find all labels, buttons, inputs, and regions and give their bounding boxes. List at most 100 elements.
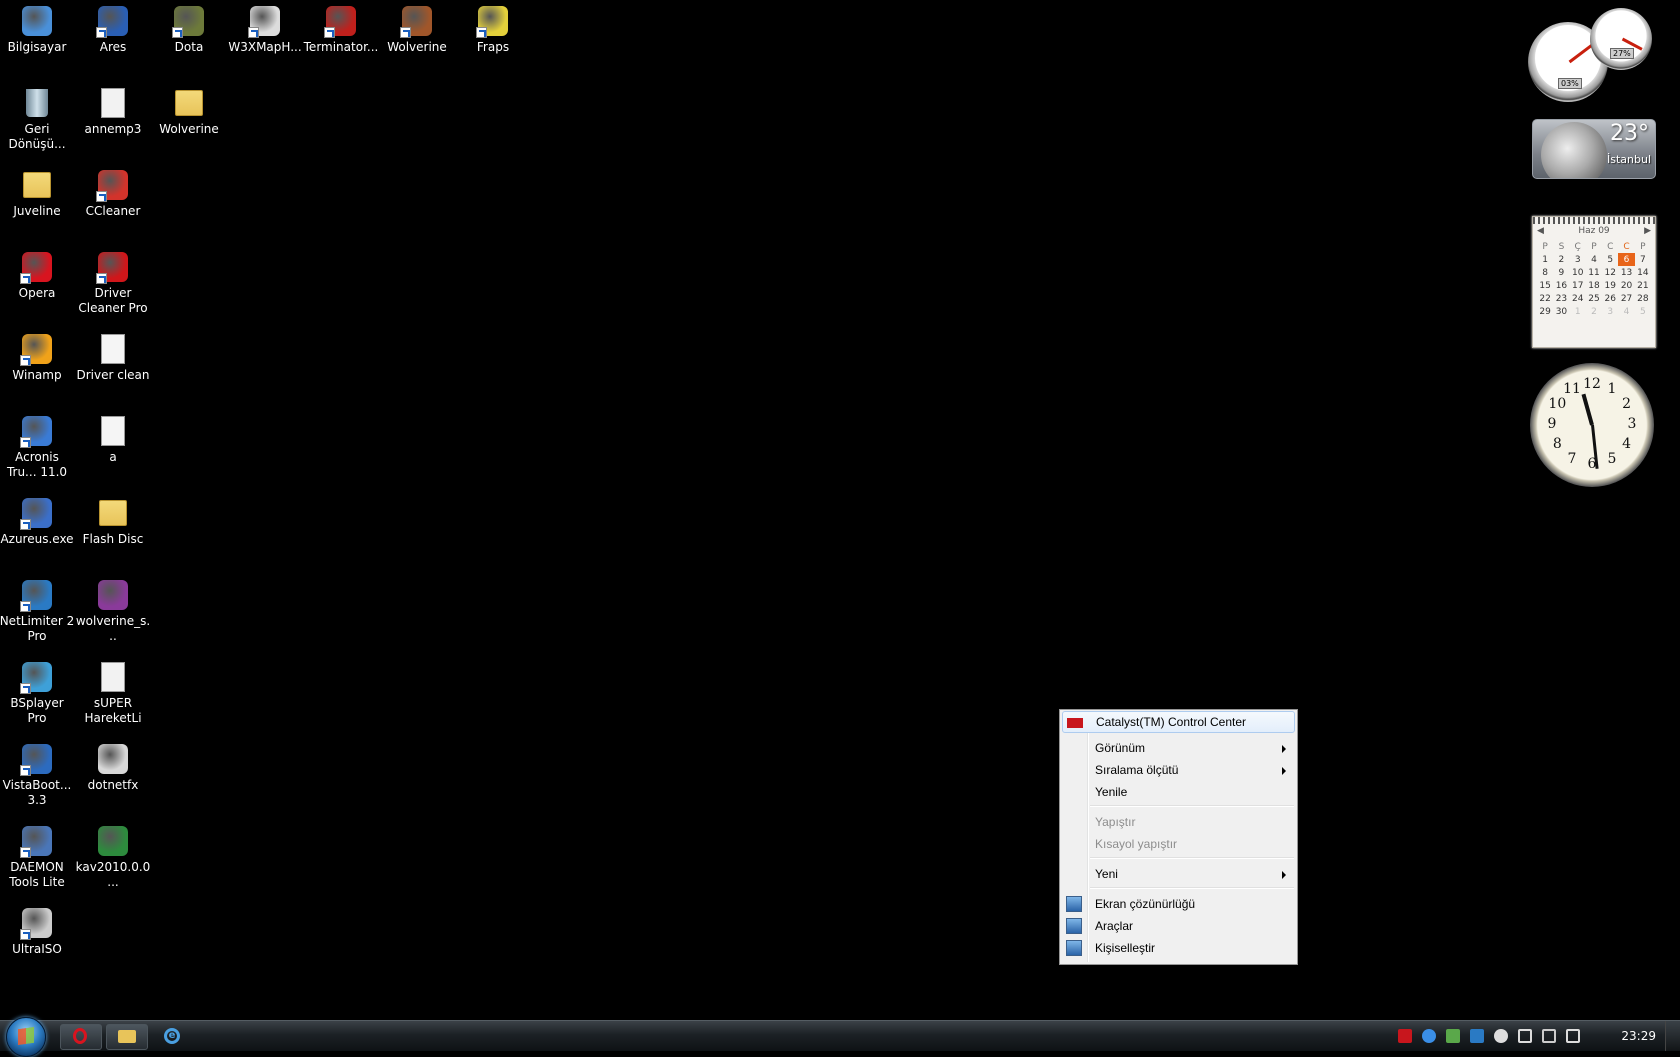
desktop-icon[interactable]: Fraps xyxy=(455,0,531,55)
calendar-day[interactable]: 7 xyxy=(1635,253,1651,266)
weather-gadget[interactable]: 23° İstanbul xyxy=(1532,119,1656,179)
show-desktop-button[interactable] xyxy=(1665,1021,1680,1051)
calendar-day[interactable]: 3 xyxy=(1602,305,1618,318)
cpu-meter-gadget[interactable]: 03% 27% xyxy=(1528,8,1652,102)
calendar-day[interactable]: 30 xyxy=(1553,305,1569,318)
calendar-day[interactable]: 12 xyxy=(1602,266,1618,279)
calendar-day[interactable]: 8 xyxy=(1537,266,1553,279)
desktop-icon[interactable]: Driver Cleaner Pro xyxy=(75,246,151,316)
calendar-day[interactable]: 16 xyxy=(1553,279,1569,292)
calendar-day[interactable]: 2 xyxy=(1553,253,1569,266)
menu-separator xyxy=(1090,805,1294,807)
desktop-icon[interactable]: Dota xyxy=(151,0,227,55)
w3xmaphack-icon xyxy=(248,4,282,38)
calendar-day[interactable]: 17 xyxy=(1570,279,1586,292)
menu-item[interactable]: Görünüm xyxy=(1062,737,1295,759)
calendar-day[interactable]: 4 xyxy=(1586,253,1602,266)
ie-taskbar-button[interactable]: e xyxy=(158,1025,186,1049)
volume-icon[interactable] xyxy=(1566,1029,1580,1043)
calendar-day[interactable]: 22 xyxy=(1537,292,1553,305)
menu-item[interactable]: Kişiselleştir xyxy=(1062,937,1295,959)
calendar-day[interactable]: 9 xyxy=(1553,266,1569,279)
desktop-icon[interactable]: annemp3 xyxy=(75,82,151,137)
start-button[interactable] xyxy=(6,1017,46,1057)
desktop-icon[interactable]: UltraISO xyxy=(0,902,75,957)
desktop-icon[interactable]: Juveline xyxy=(0,164,75,219)
desktop-icon[interactable]: a xyxy=(75,410,151,465)
desktop-icon[interactable]: wolverine_s... xyxy=(75,574,151,644)
calendar-day[interactable]: 6 xyxy=(1618,253,1635,266)
calendar-day[interactable]: 18 xyxy=(1586,279,1602,292)
desktop-icon-label: Ares xyxy=(99,40,127,54)
desktop-icon[interactable]: Geri Dönüşü... xyxy=(0,82,75,152)
desktop-icon[interactable]: dotnetfx xyxy=(75,738,151,793)
clock-number: 7 xyxy=(1567,450,1577,467)
flag-icon[interactable] xyxy=(1518,1029,1532,1043)
msn-icon[interactable] xyxy=(1446,1029,1460,1043)
menu-item[interactable]: Catalyst(TM) Control Center xyxy=(1062,711,1295,733)
calendar-day[interactable]: 23 xyxy=(1553,292,1569,305)
desktop-icon[interactable]: Wolverine xyxy=(151,82,227,137)
opera-taskbar-button[interactable] xyxy=(60,1024,102,1050)
menu-item-label: Araçlar xyxy=(1095,919,1134,933)
desktop-icon[interactable]: NetLimiter 2 Pro xyxy=(0,574,75,644)
desktop-icon[interactable]: Azureus.exe xyxy=(0,492,75,547)
menu-item[interactable]: Yeni xyxy=(1062,863,1295,885)
next-month-icon[interactable]: ▶ xyxy=(1644,226,1651,236)
desktop-icon[interactable]: Flash Disc xyxy=(75,492,151,547)
calendar-day[interactable]: 5 xyxy=(1602,253,1618,266)
text-file-icon xyxy=(96,332,130,366)
calendar-day[interactable]: 29 xyxy=(1537,305,1553,318)
desktop-icon[interactable]: W3XMapH... xyxy=(227,0,303,55)
network-icon[interactable] xyxy=(1542,1029,1556,1043)
calendar-day[interactable]: 15 xyxy=(1537,279,1553,292)
desktop-icon[interactable]: CCleaner xyxy=(75,164,151,219)
prev-month-icon[interactable]: ◀ xyxy=(1537,226,1544,236)
desktop-icon[interactable]: Bilgisayar xyxy=(0,0,75,55)
calendar-day[interactable]: 25 xyxy=(1586,292,1602,305)
menu-item[interactable]: Sıralama ölçütü xyxy=(1062,759,1295,781)
calendar-day[interactable]: 4 xyxy=(1618,305,1634,318)
dota-icon xyxy=(172,4,206,38)
calendar-day[interactable]: 24 xyxy=(1570,292,1586,305)
desktop-icon[interactable]: sUPER HareketLi xyxy=(75,656,151,726)
calendar-day[interactable]: 19 xyxy=(1602,279,1618,292)
calendar-day[interactable]: 14 xyxy=(1635,266,1651,279)
calendar-day[interactable]: 3 xyxy=(1570,253,1586,266)
desktop-icon[interactable]: Wolverine xyxy=(379,0,455,55)
bsplayer-icon[interactable] xyxy=(1494,1029,1508,1043)
calendar-day[interactable]: 2 xyxy=(1586,305,1602,318)
desktop-icon[interactable]: kav2010.0.0... xyxy=(75,820,151,890)
calendar-day[interactable]: 5 xyxy=(1635,305,1651,318)
desktop-icon[interactable]: Driver clean xyxy=(75,328,151,383)
netlimiter-icon[interactable] xyxy=(1470,1029,1484,1043)
explorer-taskbar-button[interactable] xyxy=(106,1024,148,1050)
calendar-day[interactable]: 10 xyxy=(1570,266,1586,279)
menu-item[interactable]: Araçlar xyxy=(1062,915,1295,937)
desktop-icon[interactable]: Terminator... xyxy=(303,0,379,55)
taskbar-clock[interactable]: 23:29 xyxy=(1621,1029,1656,1043)
calendar-day[interactable]: 1 xyxy=(1570,305,1586,318)
menu-item[interactable]: Yenile xyxy=(1062,781,1295,803)
desktop-icon[interactable]: DAEMON Tools Lite xyxy=(0,820,75,890)
calendar-day[interactable]: 28 xyxy=(1635,292,1651,305)
desktop-icon[interactable]: Acronis Tru... 11.0 xyxy=(0,410,75,480)
desktop-icon[interactable]: BSplayer Pro xyxy=(0,656,75,726)
calendar-day[interactable]: 27 xyxy=(1618,292,1634,305)
calendar-day[interactable]: 21 xyxy=(1635,279,1651,292)
desktop-icon[interactable]: Ares xyxy=(75,0,151,55)
calendar-day[interactable]: 20 xyxy=(1618,279,1634,292)
calendar-day[interactable]: 11 xyxy=(1586,266,1602,279)
calendar-gadget[interactable]: ◀ Haz 09 ▶ P S Ç P C C P 1 2 3 4 5 6 7 8 9 10 11 12 13 14 15 1… xyxy=(1532,216,1656,348)
clock-gadget[interactable]: 12 1 2 3 4 5 6 7 8 9 10 11 xyxy=(1530,363,1654,487)
calendar-day[interactable]: 1 xyxy=(1537,253,1553,266)
desktop-icon[interactable]: Opera xyxy=(0,246,75,301)
calendar-day[interactable]: 26 xyxy=(1602,292,1618,305)
menu-item[interactable]: Ekran çözünürlüğü xyxy=(1062,893,1295,915)
clock-number: 3 xyxy=(1627,416,1637,432)
ati-icon[interactable] xyxy=(1398,1029,1412,1043)
skype-icon[interactable] xyxy=(1422,1029,1436,1043)
calendar-day[interactable]: 13 xyxy=(1618,266,1634,279)
desktop-icon[interactable]: VistaBoot... 3.3 xyxy=(0,738,75,808)
desktop-icon[interactable]: Winamp xyxy=(0,328,75,383)
